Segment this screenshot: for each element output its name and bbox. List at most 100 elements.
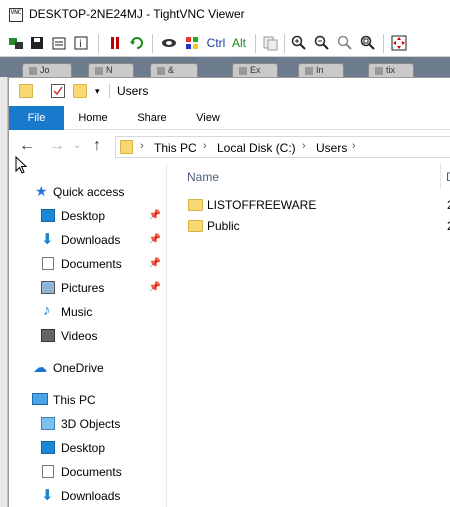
explorer-title-bar: ▾ Users [9,78,450,106]
explorer-title: Users [117,84,149,98]
sidebar-item-videos[interactable]: Videos [9,325,167,347]
sidebar-item-label: This PC [53,393,96,407]
recent-locations-icon[interactable]: ⌄ [73,140,81,151]
zoom-100-icon[interactable] [336,34,354,52]
sidebar-item-this-pc[interactable]: This PC [9,389,167,411]
properties-icon[interactable] [51,84,65,98]
pin-icon[interactable]: 📌 [149,258,161,269]
zoom-out-icon[interactable] [313,34,331,52]
breadcrumb-chevron-icon[interactable]: › [140,140,144,152]
customize-quick-access-icon[interactable]: ▾ [95,86,100,97]
tab-file[interactable]: File [9,106,64,130]
up-arrow-icon[interactable]: ↑ [93,137,101,155]
breadcrumb-users[interactable]: Users [316,141,347,155]
zoom-fit-icon[interactable] [359,34,377,52]
folder-icon [188,220,203,232]
remote-tab[interactable]: Ex [232,63,278,77]
cube-icon [41,417,55,430]
sidebar-item-label: Desktop [61,209,106,223]
new-folder-icon[interactable] [73,84,87,98]
remote-tab[interactable]: tix [368,63,414,77]
sidebar-item-music[interactable]: ♪ Music [9,301,167,323]
remote-tab[interactable]: In [298,63,344,77]
sidebar-item-desktop[interactable]: Desktop 📌 [9,205,167,227]
sidebar-item-downloads[interactable]: ⬇ Downloads 📌 [9,229,167,251]
desktop-icon [41,209,55,222]
document-icon [42,257,54,270]
tab-view[interactable]: View [187,106,229,130]
refresh-icon[interactable] [128,34,146,52]
window-title: DESKTOP-2NE24MJ - TightVNC Viewer [29,7,245,21]
tab-home[interactable]: Home [71,106,115,130]
sidebar-item-label: 3D Objects [61,417,121,431]
file-name: LISTOFFREEWARE [207,198,317,212]
sidebar-item-pc-downloads[interactable]: ⬇ Downloads [9,485,167,507]
file-list-pane: Name D LISTOFFREEWARE 2 Public 2 [168,163,450,507]
sidebar-item-label: Downloads [61,233,121,247]
sidebar-item-pc-desktop[interactable]: Desktop [9,437,167,459]
vnc-toolbar: i Ctrl Alt [0,30,450,57]
music-note-icon: ♪ [43,302,51,319]
clipboard-icon[interactable] [261,34,279,52]
forward-arrow-icon[interactable]: → [49,137,65,155]
remote-tab[interactable]: Jo [22,63,72,77]
folder-icon [188,199,203,211]
star-icon: ★ [35,183,48,199]
breadcrumb-chevron-icon[interactable]: › [302,140,306,152]
sidebar-item-3d-objects[interactable]: 3D Objects [9,413,167,435]
column-header-name[interactable]: Name [187,170,219,184]
sidebar-item-label: Quick access [53,185,125,199]
column-header-date[interactable]: D [446,170,450,184]
breadcrumb-local-disk[interactable]: Local Disk (C:) [217,141,296,155]
file-name: Public [207,219,240,233]
pin-icon[interactable]: 📌 [149,210,161,221]
sidebar-item-pc-documents[interactable]: Documents [9,461,167,483]
save-icon[interactable] [28,34,46,52]
options-icon[interactable] [50,34,68,52]
breadcrumb-chevron-icon[interactable]: › [203,140,207,152]
sidebar-item-label: Downloads [61,489,121,503]
document-icon [42,465,54,478]
sidebar-item-label: Desktop [61,441,106,455]
folder-icon [19,84,33,98]
sidebar-item-label: Videos [61,329,98,343]
computer-icon [32,393,48,405]
sidebar-item-label: Music [61,305,93,319]
video-film-icon [41,329,55,342]
desktop-icon [41,441,55,454]
ctrl-alt-del-icon[interactable] [160,34,178,52]
fullscreen-icon[interactable] [390,34,408,52]
folder-icon [120,140,133,154]
pin-icon[interactable]: 📌 [149,282,161,293]
ribbon: File Home Share View [9,106,450,130]
list-item[interactable]: Public 2 [168,216,450,237]
zoom-in-icon[interactable] [290,34,308,52]
file-explorer-window: ▾ Users File Home Share View ← → ⌄ ↑ › T… [8,77,450,507]
back-arrow-icon[interactable]: ← [19,137,35,155]
info-icon[interactable]: i [72,34,90,52]
address-bar[interactable]: › This PC › Local Disk (C:) › Users › [115,136,450,158]
remote-tab[interactable]: N [88,63,134,77]
pictures-icon [41,281,55,294]
sidebar-item-label: Documents [61,465,122,479]
ctrl-key-button[interactable]: Ctrl [205,34,227,52]
breadcrumb-chevron-icon[interactable]: › [352,140,356,152]
breadcrumb-this-pc[interactable]: This PC [154,141,197,155]
alt-key-button[interactable]: Alt [230,34,248,52]
sidebar-item-pictures[interactable]: Pictures 📌 [9,277,167,299]
sidebar-item-documents[interactable]: Documents 📌 [9,253,167,275]
start-menu-icon[interactable] [183,34,201,52]
vnc-logo-icon: VNC [9,8,23,22]
tab-share[interactable]: Share [129,106,175,130]
pin-icon[interactable]: 📌 [149,234,161,245]
new-connection-icon[interactable] [7,34,25,52]
sidebar-item-quick-access[interactable]: ★ Quick access [9,181,167,203]
mouse-cursor-icon [15,156,27,174]
background-window-edge [0,77,8,507]
remote-tab[interactable]: & [150,63,198,77]
pause-icon[interactable] [106,34,124,52]
sidebar-item-onedrive[interactable]: ☁ OneDrive [9,357,167,379]
address-row: ← → ⌄ ↑ › This PC › Local Disk (C:) › Us… [9,131,450,163]
list-item[interactable]: LISTOFFREEWARE 2 [168,195,450,216]
remote-desktop-tabs: Jo N & Ex In tix [0,57,450,77]
